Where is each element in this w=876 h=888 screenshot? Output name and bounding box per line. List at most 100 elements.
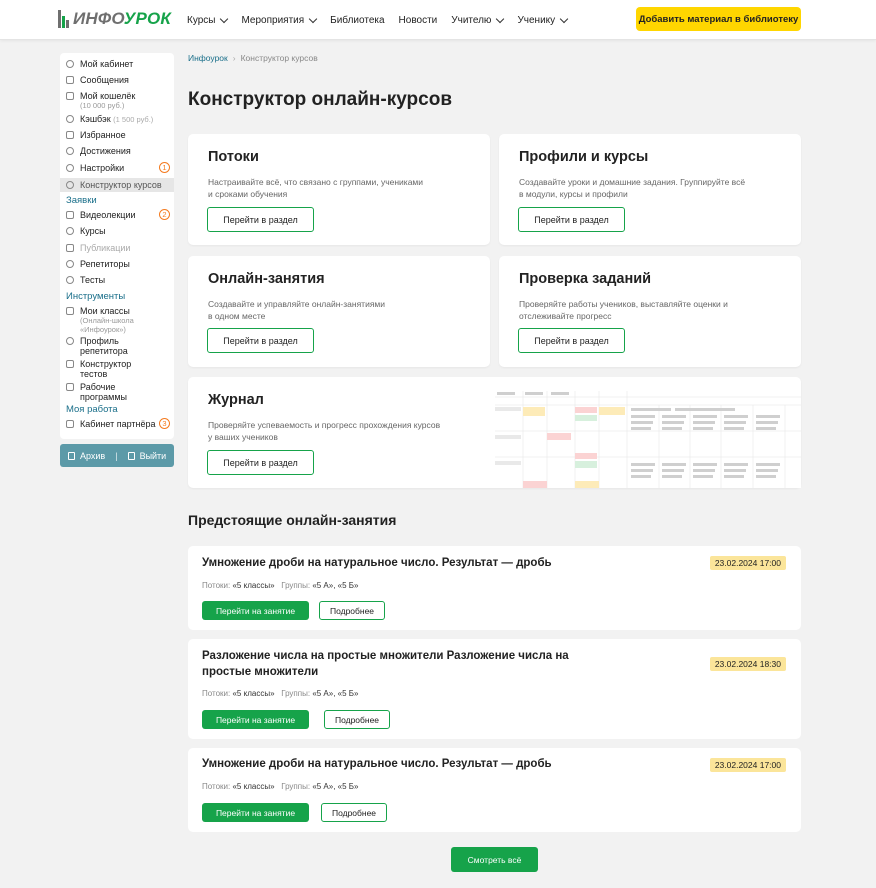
sidebar-footer: Архив | Выйти	[60, 444, 174, 467]
card-description: Настраивайте всё, что связано с группами…	[208, 177, 424, 199]
nav-events[interactable]: Мероприятия	[241, 14, 318, 26]
chevron-down-icon	[559, 14, 569, 23]
card-title: Проверка заданий	[519, 271, 652, 287]
go-to-section-button[interactable]: Перейти в раздел	[207, 328, 314, 353]
go-to-section-button[interactable]: Перейти в раздел	[207, 450, 314, 475]
chevron-down-icon	[220, 14, 229, 23]
show-all-button[interactable]: Смотреть всё	[451, 847, 538, 872]
nav-teacher[interactable]: Учителю	[451, 14, 505, 26]
lesson-title: Умножение дроби на натуральное число. Ре…	[202, 758, 552, 770]
sidebar-section-requests: Заявки	[66, 195, 97, 206]
logout-icon	[127, 451, 135, 460]
lesson-date-badge: 23.02.2024 17:00	[709, 556, 786, 570]
go-to-lesson-button[interactable]: Перейти на занятие	[202, 710, 309, 729]
card-description: Проверяйте успеваемость и прогресс прохо…	[208, 420, 441, 442]
archive-button[interactable]: Архив	[68, 451, 105, 461]
document-icon	[66, 420, 74, 428]
lesson-date-badge: 23.02.2024 17:00	[709, 758, 786, 772]
sidebar-item-wallet[interactable]: Мой кошелёк (10 000 руб.)	[60, 91, 174, 110]
footer-divider: |	[115, 450, 118, 461]
sidebar-item-cabinet[interactable]: Мой кабинет	[60, 59, 174, 69]
profile-icon	[66, 337, 74, 345]
bookmark-icon	[66, 131, 74, 139]
go-to-section-button[interactable]: Перейти в раздел	[518, 207, 625, 232]
notification-badge: 3	[159, 418, 170, 429]
courses-icon	[66, 227, 74, 235]
breadcrumb: Инфоурок › Конструктор курсов	[188, 53, 318, 63]
lesson-card: Умножение дроби на натуральное число. Ре…	[188, 748, 801, 832]
text-icon	[66, 360, 74, 368]
sidebar-item-publications[interactable]: Публикации	[60, 243, 174, 253]
sidebar-item-tutor-profile[interactable]: Профиль репетитора	[60, 336, 174, 356]
sidebar-item-test-builder[interactable]: Конструктор тестов	[60, 359, 174, 379]
logo-text-left: ИНФО	[73, 9, 124, 28]
logo-mark-icon	[58, 10, 70, 28]
sidebar-item-videolectures[interactable]: Видеолекции 2	[60, 209, 174, 220]
lesson-card: Умножение дроби на натуральное число. Ре…	[188, 546, 801, 630]
go-to-lesson-button[interactable]: Перейти на занятие	[202, 803, 309, 822]
nav-courses[interactable]: Курсы	[187, 14, 229, 26]
publication-icon	[66, 244, 74, 252]
users-icon	[66, 260, 74, 268]
sidebar-item-cashback[interactable]: Кэшбэк (1 500 руб.)	[60, 114, 174, 125]
go-to-section-button[interactable]: Перейти в раздел	[207, 207, 314, 232]
coin-icon	[66, 115, 74, 123]
page-title: Конструктор онлайн-курсов	[188, 89, 453, 110]
journal-preview-image	[495, 391, 801, 488]
wallet-icon	[66, 92, 74, 100]
infourok-logo[interactable]: ИНФОУРОК	[58, 9, 171, 29]
sidebar-item-my-classes[interactable]: Мои классы (Онлайн-школа «Инфоурок»)	[60, 306, 174, 334]
notification-badge: 2	[159, 209, 170, 220]
video-icon	[66, 211, 74, 219]
sidebar-item-favorites[interactable]: Избранное	[60, 130, 174, 140]
sidebar-section-tools: Инструменты	[66, 291, 126, 302]
course-builder-icon	[66, 181, 74, 189]
card-description: Создавайте уроки и домашние задания. Гру…	[519, 177, 746, 199]
lesson-date-badge: 23.02.2024 18:30	[709, 657, 786, 671]
lesson-title: Разложение числа на простые множители Ра…	[202, 650, 569, 678]
logout-button[interactable]: Выйти	[127, 451, 166, 461]
sidebar-item-achievements[interactable]: Достижения	[60, 146, 174, 156]
nav-student[interactable]: Ученику	[517, 14, 569, 26]
classes-icon	[66, 307, 74, 315]
user-icon	[66, 60, 74, 68]
card-profiles-courses: Профили и курсы Создавайте уроки и домаш…	[499, 134, 801, 245]
breadcrumb-current: Конструктор курсов	[240, 53, 318, 63]
sidebar-item-course-builder[interactable]: Конструктор курсов	[60, 180, 174, 190]
card-description: Создавайте и управляйте онлайн-занятиями…	[208, 299, 386, 321]
nav-library[interactable]: Библиотека	[330, 15, 384, 26]
sidebar-item-messages[interactable]: Сообщения	[60, 75, 174, 85]
details-button[interactable]: Подробнее	[319, 601, 385, 620]
top-navbar: ИНФОУРОК Курсы Мероприятия Библиотека Но…	[0, 0, 876, 40]
card-online-lessons: Онлайн-занятия Создавайте и управляйте о…	[188, 256, 490, 367]
lesson-meta: Потоки: «5 классы» Группы: «5 А», «5 Б»	[202, 689, 359, 698]
sidebar-item-settings[interactable]: Настройки 1	[60, 162, 174, 173]
trophy-icon	[66, 147, 74, 155]
nav-news[interactable]: Новости	[399, 15, 438, 26]
sidebar: Мой кабинет Сообщения Мой кошелёк (10 000…	[60, 53, 174, 439]
card-streams: Потоки Настраивайте всё, что связано с г…	[188, 134, 490, 245]
go-to-section-button[interactable]: Перейти в раздел	[518, 328, 625, 353]
details-button[interactable]: Подробнее	[321, 803, 387, 822]
sidebar-item-tests[interactable]: Тесты	[60, 275, 174, 285]
card-title: Потоки	[208, 149, 259, 165]
archive-icon	[68, 451, 75, 460]
go-to-lesson-button[interactable]: Перейти на занятие	[202, 601, 309, 620]
lesson-meta: Потоки: «5 классы» Группы: «5 А», «5 Б»	[202, 782, 359, 791]
gear-icon	[66, 164, 74, 172]
sidebar-item-courses[interactable]: Курсы	[60, 226, 174, 236]
card-title: Журнал	[208, 392, 264, 408]
breadcrumb-home[interactable]: Инфоурок	[188, 53, 228, 63]
sidebar-item-work-programs[interactable]: Рабочие программы	[60, 382, 174, 402]
chevron-right-icon: ›	[232, 53, 236, 63]
card-description: Проверяйте работы учеников, выставляйте …	[519, 299, 728, 321]
sidebar-item-partner-cabinet[interactable]: Кабинет партнёра 3	[60, 418, 174, 429]
sidebar-item-tutors[interactable]: Репетиторы	[60, 259, 174, 269]
main-nav: Курсы Мероприятия Библиотека Новости Учи…	[187, 0, 581, 40]
upcoming-section-title: Предстоящие онлайн-занятия	[188, 512, 397, 528]
chevron-down-icon	[496, 14, 505, 23]
add-material-button[interactable]: Добавить материал в библиотеку	[636, 7, 801, 31]
details-button[interactable]: Подробнее	[324, 710, 390, 729]
check-circle-icon	[66, 276, 74, 284]
card-title: Онлайн-занятия	[208, 271, 325, 287]
